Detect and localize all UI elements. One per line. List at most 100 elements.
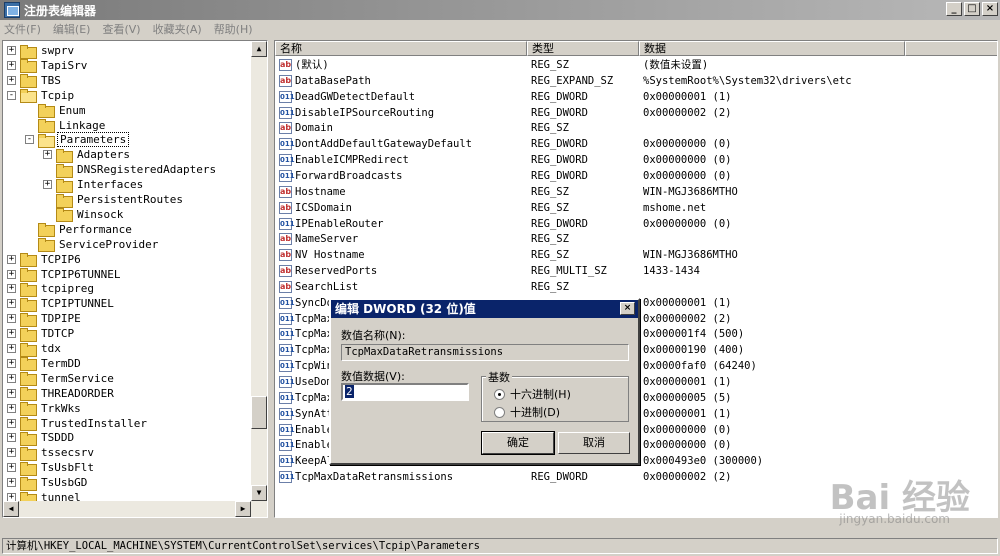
registry-value-row[interactable]: ab Domain REG_SZ xyxy=(275,120,997,136)
menu-help[interactable]: 帮助(H) xyxy=(214,21,253,37)
tree-node[interactable]: Performance xyxy=(25,222,134,238)
registry-value-row[interactable]: ab ReservedPorts REG_MULTI_SZ 1433-1434 xyxy=(275,263,997,279)
registry-value-row[interactable]: 011 EnableICMPRedirect REG_DWORD 0x00000000… xyxy=(275,152,997,168)
expand-icon[interactable]: + xyxy=(7,75,16,85)
tree-node[interactable]: + TermService xyxy=(7,371,116,387)
tree-node[interactable]: + TDPIPE xyxy=(7,311,83,327)
tree-node[interactable]: + Interfaces xyxy=(43,177,145,193)
tree-node[interactable]: + TCPIP6 xyxy=(7,252,83,268)
expand-icon[interactable]: + xyxy=(7,388,16,398)
scroll-right-arrow-icon[interactable]: ▶ xyxy=(235,501,251,517)
tree-node[interactable]: + TermDD xyxy=(7,356,83,372)
menu-favorites[interactable]: 收藏夹(A) xyxy=(153,21,202,37)
minimize-button[interactable]: _ xyxy=(946,2,962,16)
expand-icon[interactable]: + xyxy=(7,284,16,294)
maximize-button[interactable]: □ xyxy=(964,2,980,16)
collapse-icon[interactable]: - xyxy=(25,135,34,145)
tree-node[interactable]: DNSRegisteredAdapters xyxy=(43,162,218,178)
column-header-type[interactable]: 类型 xyxy=(527,41,639,56)
tree-node[interactable]: + tdx xyxy=(7,341,63,357)
cancel-button[interactable]: 取消 xyxy=(558,432,630,454)
registry-value-row[interactable]: ab Hostname REG_SZ WIN-MGJ3686MTHO xyxy=(275,184,997,200)
tree-node[interactable]: ServiceProvider xyxy=(25,237,160,253)
close-button[interactable]: × xyxy=(982,2,998,16)
registry-tree[interactable]: + swprv + TapiSrv + TBS - Tcpip Enum Linkage - Para… xyxy=(2,40,268,518)
expand-icon[interactable]: + xyxy=(43,150,52,160)
value-name-text: Enable xyxy=(295,439,333,452)
tree-node[interactable]: - Parameters xyxy=(25,132,130,148)
collapse-icon[interactable]: - xyxy=(7,90,16,100)
registry-value-row[interactable]: ab NV Hostname REG_SZ WIN-MGJ3686MTHO xyxy=(275,247,997,263)
registry-value-row[interactable]: 011 DontAddDefaultGatewayDefault REG_DWORD… xyxy=(275,136,997,152)
column-header-data[interactable]: 数据 xyxy=(639,41,905,56)
dialog-close-icon[interactable]: × xyxy=(620,302,635,315)
registry-value-row[interactable]: 011 DisableIPSourceRouting REG_DWORD 0x0000… xyxy=(275,105,997,121)
decimal-radio-label: 十进制(D) xyxy=(510,406,561,419)
menu-view[interactable]: 查看(V) xyxy=(102,21,140,37)
expand-icon[interactable]: + xyxy=(7,418,16,428)
tree-node[interactable]: Linkage xyxy=(25,118,107,133)
tree-node[interactable]: Winsock xyxy=(43,207,125,223)
tree-vertical-scrollbar[interactable]: ▲ ▼ xyxy=(251,41,267,517)
registry-value-row[interactable]: ab SearchList REG_SZ xyxy=(275,279,997,295)
registry-value-row[interactable]: 011 ForwardBroadcasts REG_DWORD 0x00000000 … xyxy=(275,168,997,184)
expand-icon[interactable]: + xyxy=(7,358,16,368)
expand-icon[interactable]: + xyxy=(7,448,16,458)
tree-node[interactable]: + TsUsbFlt xyxy=(7,460,96,476)
registry-value-row[interactable]: 011 IPEnableRouter REG_DWORD 0x00000000 (0) xyxy=(275,216,997,232)
tree-node[interactable]: + TSDDD xyxy=(7,430,76,446)
tree-node[interactable]: + TsUsbGD xyxy=(7,475,89,491)
tree-scroll-thumb[interactable] xyxy=(251,396,267,429)
expand-icon[interactable]: + xyxy=(43,180,52,190)
tree-node[interactable]: + Adapters xyxy=(43,147,132,163)
expand-icon[interactable]: + xyxy=(7,329,16,339)
tree-node[interactable]: PersistentRoutes xyxy=(43,192,185,208)
tree-node[interactable]: + tssecsrv xyxy=(7,445,96,461)
expand-icon[interactable]: + xyxy=(7,60,16,70)
expand-icon[interactable]: + xyxy=(7,46,16,55)
tree-node[interactable]: + TCPIPTUNNEL xyxy=(7,296,116,312)
tree-node[interactable]: Enum xyxy=(25,103,88,119)
menu-edit[interactable]: 编辑(E) xyxy=(53,21,91,37)
expand-icon[interactable]: + xyxy=(7,299,16,309)
menu-file[interactable]: 文件(F) xyxy=(4,21,41,37)
tree-node-label: ServiceProvider xyxy=(59,237,159,251)
value-data-input[interactable]: 2 xyxy=(341,383,469,401)
hex-radio[interactable]: 十六进制(H) xyxy=(494,386,571,402)
scroll-up-arrow-icon[interactable]: ▲ xyxy=(251,41,267,57)
registry-value-row[interactable]: 011 DeadGWDetectDefault REG_DWORD 0x0000000… xyxy=(275,89,997,105)
column-header-name[interactable]: 名称 xyxy=(275,41,527,56)
scroll-down-arrow-icon[interactable]: ▼ xyxy=(251,485,267,501)
expand-icon[interactable]: + xyxy=(7,269,16,279)
tree-horizontal-scrollbar[interactable]: ◀ ▶ xyxy=(3,501,251,517)
expand-icon[interactable]: + xyxy=(7,463,16,473)
expand-icon[interactable]: + xyxy=(7,344,16,353)
value-type-cell: REG_MULTI_SZ xyxy=(531,265,607,278)
tree-node[interactable]: + TCPIP6TUNNEL xyxy=(7,267,122,282)
tree-node[interactable]: + TrkWks xyxy=(7,401,83,417)
tree-node[interactable]: - Tcpip xyxy=(7,88,76,104)
expand-icon[interactable]: + xyxy=(7,433,16,443)
expand-icon[interactable]: + xyxy=(7,314,16,324)
registry-value-row[interactable]: ab ICSDomain REG_SZ mshome.net xyxy=(275,200,997,216)
tree-node[interactable]: + tcpipreg xyxy=(7,281,96,297)
tree-node[interactable]: + swprv xyxy=(7,43,76,59)
radio-unselected-icon xyxy=(494,406,505,418)
tree-node[interactable]: + TrustedInstaller xyxy=(7,416,149,431)
registry-value-row[interactable]: ab (默认) REG_SZ (数值未设置) xyxy=(275,57,997,73)
registry-value-row[interactable]: ab NameServer REG_SZ xyxy=(275,231,997,247)
expand-icon[interactable]: + xyxy=(7,373,16,383)
list-header: 名称 类型 数据 xyxy=(275,41,997,56)
expand-icon[interactable]: + xyxy=(7,403,16,413)
scroll-left-arrow-icon[interactable]: ◀ xyxy=(3,501,19,517)
value-name-text: Enable xyxy=(295,423,333,436)
tree-node[interactable]: + TapiSrv xyxy=(7,58,89,74)
decimal-radio[interactable]: 十进制(D) xyxy=(494,404,560,420)
ok-button[interactable]: 确定 xyxy=(481,431,555,455)
tree-node[interactable]: + THREADORDER xyxy=(7,386,116,402)
tree-node[interactable]: + TDTCP xyxy=(7,326,76,342)
registry-value-row[interactable]: ab DataBasePath REG_EXPAND_SZ %SystemRoot%\… xyxy=(275,73,997,89)
expand-icon[interactable]: + xyxy=(7,478,16,488)
tree-node[interactable]: + TBS xyxy=(7,73,63,89)
expand-icon[interactable]: + xyxy=(7,254,16,264)
